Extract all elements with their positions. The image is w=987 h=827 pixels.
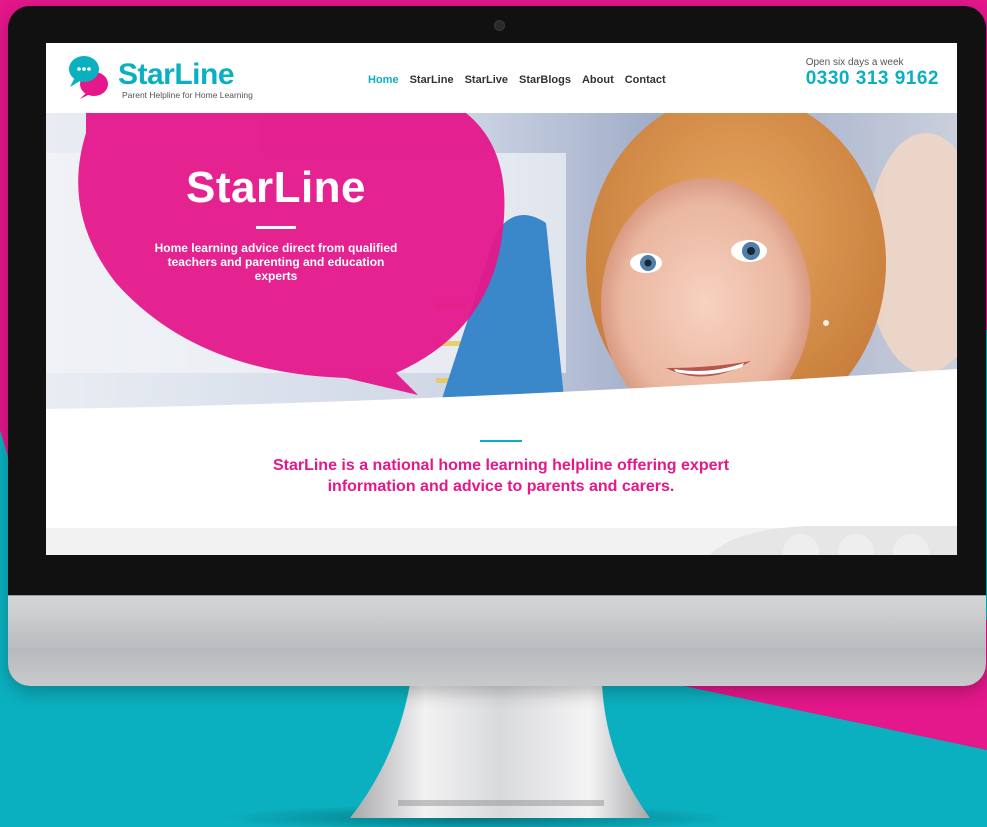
nav-contact[interactable]: Contact — [625, 74, 666, 86]
nav-home[interactable]: Home — [368, 74, 399, 86]
logo-tagline: Parent Helpline for Home Learning — [122, 90, 253, 100]
contact-block: Open six days a week 0330 313 9162 — [806, 57, 939, 90]
hero-title: StarLine — [185, 163, 367, 212]
intro-divider — [480, 440, 522, 442]
hero-banner: StarLine Home learning advice direct fro… — [46, 113, 957, 417]
nav-starblogs[interactable]: StarBlogs — [519, 74, 571, 86]
hero-subtitle: Home learning advice direct from qualifi… — [154, 241, 398, 283]
logo-name: StarLine — [118, 58, 235, 91]
nav-starline[interactable]: StarLine — [410, 74, 454, 86]
nav-starlive[interactable]: StarLive — [465, 74, 508, 86]
site-header: StarLine Parent Helpline for Home Learni… — [46, 43, 957, 113]
imac-monitor: StarLine Parent Helpline for Home Learni… — [8, 6, 986, 686]
phone-number[interactable]: 0330 313 9162 — [806, 68, 939, 90]
intro-text: StarLine is a national home learning hel… — [272, 457, 730, 495]
speech-bubbles-icon — [69, 56, 108, 99]
camera-icon — [494, 20, 505, 31]
nav-about[interactable]: About — [582, 74, 614, 86]
opening-hours-note: Open six days a week — [805, 57, 904, 68]
grey-decoration — [709, 526, 957, 555]
website-screen: StarLine Parent Helpline for Home Learni… — [46, 43, 957, 555]
main-nav: Home StarLine StarLive StarBlogs About C… — [368, 74, 666, 86]
logo[interactable]: StarLine Parent Helpline for Home Learni… — [64, 51, 253, 101]
monitor-chin — [8, 595, 986, 686]
grey-section — [46, 526, 957, 555]
hero-divider — [256, 226, 296, 229]
